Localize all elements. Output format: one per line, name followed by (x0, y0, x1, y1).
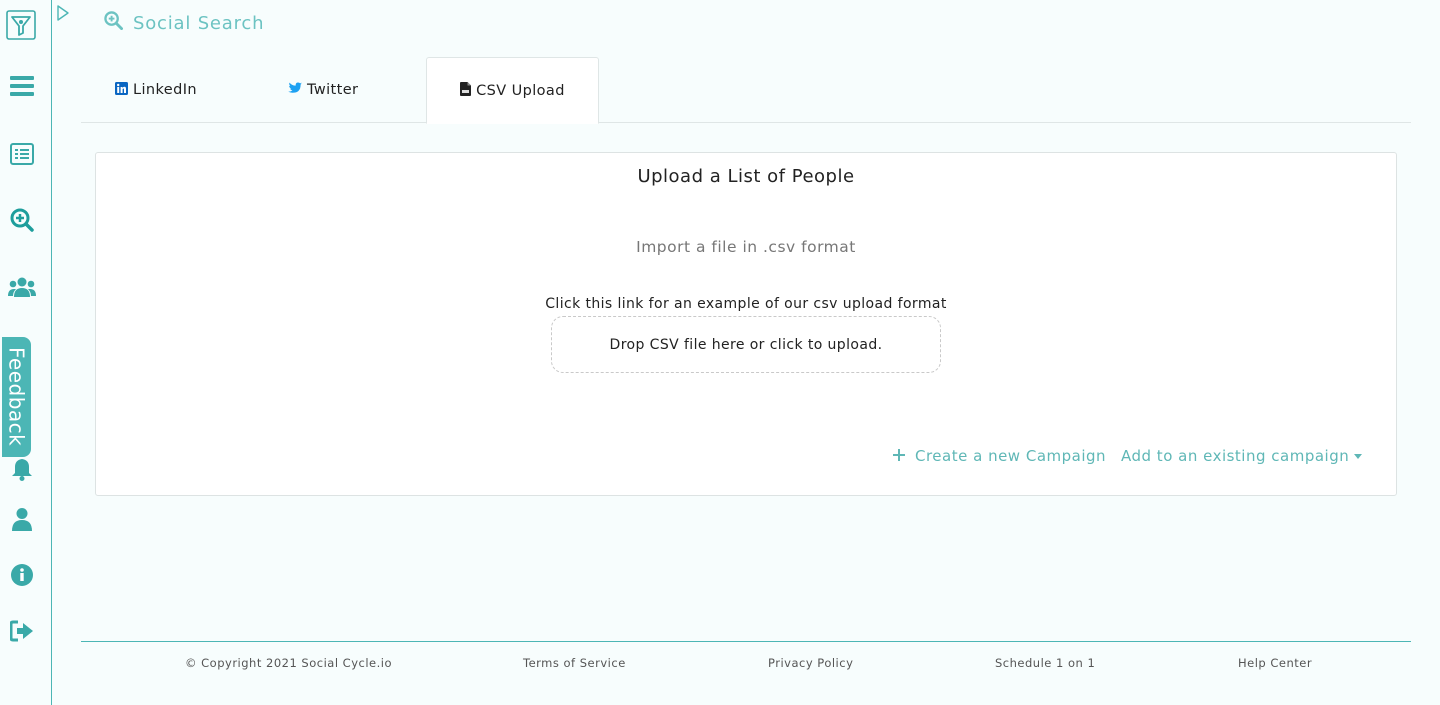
dropzone-text: Drop CSV file here or click to upload. (609, 336, 883, 353)
feedback-label: Feedback (4, 347, 29, 447)
bell-icon[interactable] (8, 455, 36, 483)
expand-sidebar-icon[interactable] (57, 5, 71, 21)
add-existing-label: Add to an existing campaign (1121, 447, 1350, 465)
linkedin-icon (115, 81, 128, 99)
page-title: Social Search (133, 12, 265, 34)
tab-csv-upload-label: CSV Upload (476, 82, 565, 99)
footer-privacy-link[interactable]: Privacy Policy (768, 656, 853, 670)
feedback-tab[interactable]: Feedback (2, 337, 31, 457)
info-icon[interactable] (8, 561, 36, 589)
caret-down-icon (1354, 454, 1363, 459)
csv-example-link[interactable]: Click this link for an example of our cs… (96, 296, 1396, 312)
users-icon[interactable] (8, 273, 36, 301)
plus-icon (893, 447, 905, 465)
social-search-icon[interactable] (8, 206, 36, 234)
sidebar: Feedback (0, 0, 52, 705)
add-existing-campaign-dropdown[interactable]: Add to an existing campaign (1121, 446, 1363, 466)
page-header: Social Search (104, 11, 264, 35)
csv-file-icon (460, 81, 472, 100)
tab-linkedin[interactable]: LinkedIn (115, 57, 197, 123)
footer-terms-link[interactable]: Terms of Service (523, 656, 626, 670)
csv-dropzone[interactable]: Drop CSV file here or click to upload. (551, 316, 941, 373)
list-icon[interactable] (8, 140, 36, 168)
tab-linkedin-label: LinkedIn (133, 82, 197, 98)
funnel-logo-icon[interactable] (6, 10, 36, 40)
tab-bar: LinkedIn Twitter CSV Upload (81, 57, 1411, 124)
footer: © Copyright 2021 Social Cycle.io Terms o… (81, 641, 1411, 705)
create-campaign-label: Create a new Campaign (915, 447, 1107, 465)
menu-icon[interactable] (8, 72, 36, 100)
search-plus-icon (104, 11, 123, 35)
user-icon[interactable] (8, 505, 36, 533)
card-subtitle: Import a file in .csv format (636, 238, 856, 256)
logout-icon[interactable] (8, 617, 36, 645)
tab-twitter[interactable]: Twitter (288, 57, 358, 123)
create-campaign-button[interactable]: Create a new Campaign (893, 446, 1106, 466)
footer-help-link[interactable]: Help Center (1238, 656, 1312, 670)
footer-copyright: © Copyright 2021 Social Cycle.io (185, 656, 392, 670)
twitter-icon (288, 82, 302, 98)
tab-csv-upload[interactable]: CSV Upload (426, 57, 599, 124)
upload-card: Upload a List of People Import a file in… (95, 152, 1397, 496)
footer-schedule-link[interactable]: Schedule 1 on 1 (995, 656, 1095, 670)
tab-twitter-label: Twitter (307, 82, 359, 98)
card-title: Upload a List of People (637, 166, 855, 187)
